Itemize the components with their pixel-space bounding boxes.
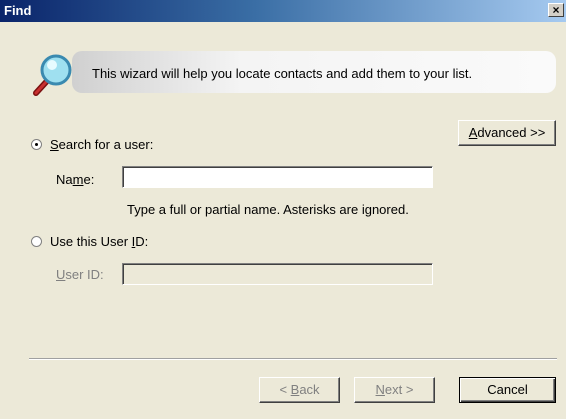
name-input[interactable] — [122, 166, 433, 188]
search-user-radio[interactable] — [31, 139, 42, 150]
next-post: ext > — [384, 382, 414, 397]
name-label-pre: Na — [56, 172, 73, 187]
close-icon: × — [552, 3, 560, 17]
user-id-field-text: ser ID: — [65, 267, 104, 282]
title-bar[interactable]: Find × — [0, 0, 566, 22]
search-user-accel: S — [50, 137, 59, 152]
close-button[interactable]: × — [548, 3, 564, 17]
search-user-text: earch for a user: — [58, 137, 154, 152]
name-label-post: e: — [83, 172, 95, 187]
user-id-field-accel: U — [56, 267, 66, 282]
next-accel: N — [375, 382, 385, 397]
next-button[interactable]: Next > — [354, 377, 435, 403]
advanced-label: dvanced >> — [477, 125, 546, 140]
banner-text: This wizard will help you locate contact… — [92, 66, 473, 81]
radio-selected-dot — [35, 143, 38, 146]
user-id-option-post: D: — [135, 234, 149, 249]
name-field-label: Name: — [56, 172, 94, 187]
search-user-label[interactable]: Search for a user: — [50, 137, 153, 152]
magnifier-icon — [33, 54, 72, 96]
name-hint: Type a full or partial name. Asterisks a… — [127, 202, 409, 217]
user-id-option-label[interactable]: Use this User ID: — [50, 234, 148, 249]
advanced-button[interactable]: Advanced >> — [458, 120, 556, 146]
user-id-option-pre: Use this User — [50, 234, 132, 249]
name-label-accel: m — [72, 172, 84, 187]
user-id-radio[interactable] — [31, 236, 42, 247]
window-title: Find — [4, 3, 32, 18]
cancel-button[interactable]: Cancel — [459, 377, 556, 403]
user-id-field-label: User ID: — [56, 267, 104, 282]
back-post: ack — [299, 382, 320, 397]
back-button[interactable]: < Back — [259, 377, 340, 403]
user-id-input[interactable] — [122, 263, 433, 285]
back-pre: < — [279, 382, 291, 397]
footer-separator — [29, 358, 557, 360]
